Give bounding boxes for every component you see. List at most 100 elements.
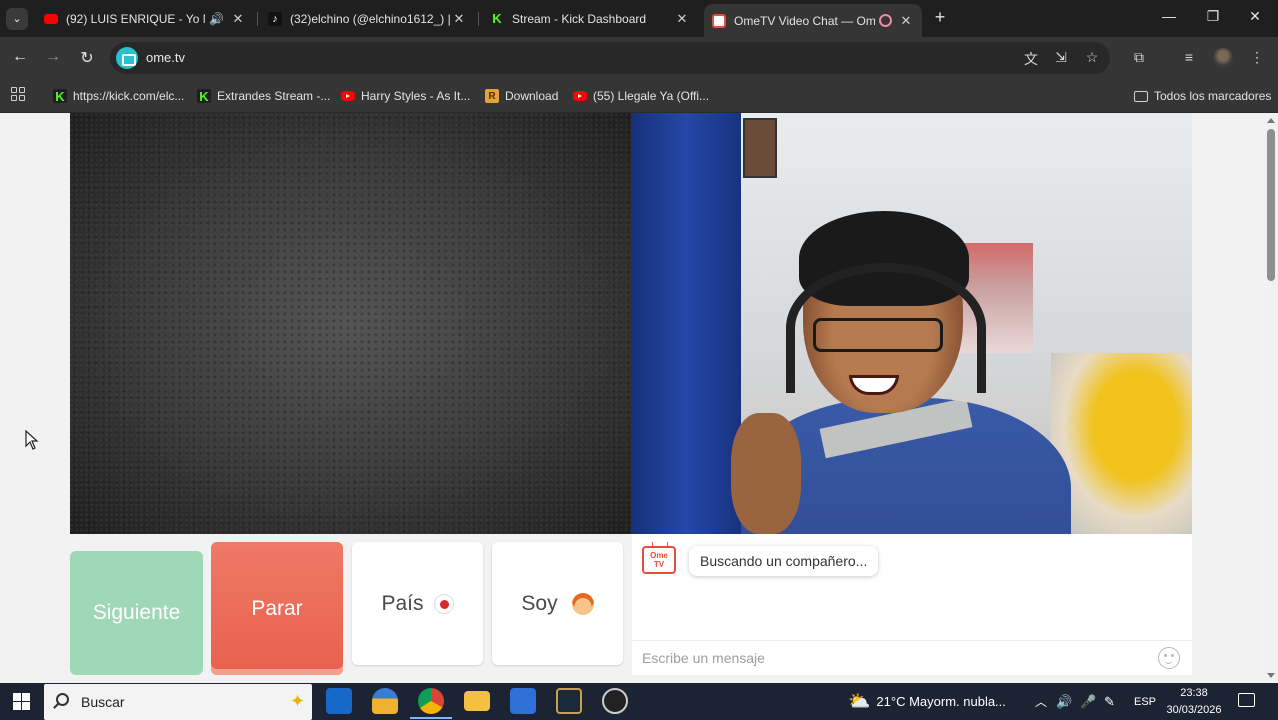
address-bar[interactable]: ome.tv bbox=[110, 42, 1110, 74]
url-text: ome.tv bbox=[146, 50, 186, 65]
tab-title: Stream - Kick Dashboard bbox=[512, 12, 647, 26]
bookmark-star-icon[interactable]: ☆ bbox=[1083, 49, 1101, 66]
chat-panel: Ome TV Buscando un compañero... bbox=[632, 534, 1192, 675]
microsoft-store-icon[interactable] bbox=[510, 688, 536, 714]
message-input[interactable] bbox=[642, 650, 1142, 666]
bookmark-label: Harry Styles - As It... bbox=[361, 89, 471, 103]
bookmark-label: https://kick.com/elc... bbox=[73, 89, 185, 103]
bookmark-item[interactable]: K Extrandes Stream -... bbox=[197, 86, 330, 106]
clothes-pile bbox=[1051, 353, 1192, 534]
tab-title: (32)elchino (@elchino1612_) | T bbox=[290, 12, 451, 26]
tab-ometv[interactable]: OmeTV Video Chat — Ome ✕ bbox=[704, 4, 922, 37]
bookmark-label: Download bbox=[505, 89, 559, 103]
close-tab-icon[interactable]: ✕ bbox=[451, 11, 467, 27]
close-window-button[interactable]: ✕ bbox=[1245, 8, 1265, 25]
league-client-icon[interactable] bbox=[556, 688, 582, 714]
kick-icon: K bbox=[197, 89, 211, 104]
chrome-icon[interactable] bbox=[410, 688, 452, 719]
media-controls-icon[interactable]: ≡ bbox=[1180, 49, 1198, 65]
minimize-button[interactable]: — bbox=[1159, 8, 1179, 24]
forward-button[interactable]: → bbox=[43, 48, 63, 66]
volume-icon[interactable]: 🔊 bbox=[1056, 683, 1072, 720]
restore-button[interactable]: ❐ bbox=[1203, 8, 1223, 25]
file-explorer-icon[interactable] bbox=[464, 691, 490, 711]
tab-tiktok[interactable]: ♪ (32)elchino (@elchino1612_) | T ✕ bbox=[260, 4, 475, 34]
bookmark-item[interactable]: R Download bbox=[485, 86, 558, 106]
translate-icon[interactable]: 文 bbox=[1022, 49, 1040, 69]
stop-label: Parar bbox=[251, 596, 303, 620]
tab-strip: ⌄ (92) LUIS ENRIQUE - Yo No 🔊 ✕ ♪ (32)el… bbox=[0, 0, 1278, 37]
ometv-logo: Ome TV bbox=[642, 546, 676, 574]
scroll-up-arrow[interactable] bbox=[1267, 118, 1275, 123]
weather-widget[interactable]: ⛅ 21°C Mayorm. nubla... bbox=[848, 683, 1006, 720]
glasses bbox=[813, 318, 943, 352]
speaker-icon[interactable]: 🔊 bbox=[209, 12, 224, 26]
tab-youtube[interactable]: (92) LUIS ENRIQUE - Yo No 🔊 ✕ bbox=[36, 4, 254, 34]
emoji-icon[interactable] bbox=[1158, 647, 1180, 669]
all-bookmarks-button[interactable]: Todos los marcadores bbox=[1134, 86, 1271, 106]
new-tab-button[interactable]: + bbox=[930, 7, 950, 28]
taskbar-search[interactable]: Buscar ✦ bbox=[44, 684, 312, 720]
show-hidden-icons-button[interactable]: ︿ bbox=[1035, 683, 1047, 720]
outlook-icon[interactable] bbox=[326, 688, 352, 714]
pen-icon[interactable]: ✎ bbox=[1104, 683, 1115, 720]
page-scrollbar[interactable] bbox=[1264, 113, 1278, 683]
clock-time: 23:38 bbox=[1180, 687, 1208, 699]
bookmark-label: (55) Llegale Ya (Offi... bbox=[593, 89, 710, 103]
windows-start-icon[interactable] bbox=[13, 693, 30, 710]
gender-label: Soy bbox=[521, 591, 558, 615]
tab-title: OmeTV Video Chat — Ome bbox=[734, 13, 875, 28]
ometv-icon bbox=[712, 13, 726, 28]
tab-divider bbox=[257, 12, 258, 26]
reload-button[interactable]: ↻ bbox=[77, 48, 97, 68]
install-app-icon[interactable]: ⇲ bbox=[1052, 49, 1070, 66]
bookmark-item[interactable]: K https://kick.com/elc... bbox=[53, 86, 184, 106]
close-tab-icon[interactable]: ✕ bbox=[230, 11, 246, 27]
bookmarks-bar: K https://kick.com/elc... K Extrandes St… bbox=[0, 79, 1278, 113]
site-info-icon[interactable] bbox=[116, 47, 138, 69]
bookmark-item[interactable]: Harry Styles - As It... bbox=[341, 86, 470, 106]
scroll-thumb[interactable] bbox=[1267, 129, 1275, 281]
youtube-icon bbox=[341, 91, 355, 101]
r-icon: R bbox=[485, 89, 499, 103]
wall-poster bbox=[743, 118, 777, 178]
gender-button[interactable]: Soy bbox=[492, 542, 623, 665]
status-message: Buscando un compañero... bbox=[689, 546, 879, 576]
close-tab-icon[interactable]: ✕ bbox=[674, 11, 690, 27]
clock-date: 30/03/2026 bbox=[1166, 704, 1222, 716]
weather-text: 21°C Mayorm. nubla... bbox=[876, 694, 1006, 709]
country-button[interactable]: País bbox=[352, 542, 483, 665]
obs-icon[interactable] bbox=[602, 688, 628, 714]
search-icon bbox=[56, 693, 69, 706]
all-bookmarks-label: Todos los marcadores bbox=[1154, 89, 1272, 103]
recording-icon bbox=[879, 14, 892, 27]
stop-button[interactable]: Parar bbox=[211, 542, 343, 675]
boy-icon bbox=[571, 592, 594, 615]
next-button[interactable]: Siguiente bbox=[70, 551, 203, 675]
tiktok-icon: ♪ bbox=[268, 12, 282, 26]
taskbar-clock[interactable]: 23:38 30/03/2026 bbox=[1162, 685, 1226, 719]
copilot-sparkle-icon: ✦ bbox=[290, 691, 306, 711]
tab-search-button[interactable]: ⌄ bbox=[6, 8, 28, 30]
tab-kick-dashboard[interactable]: K Stream - Kick Dashboard ✕ bbox=[482, 4, 698, 34]
menu-icon[interactable]: ⋮ bbox=[1248, 49, 1266, 66]
person-arm bbox=[731, 413, 801, 534]
stranger-video-static bbox=[70, 113, 631, 534]
country-label: País bbox=[381, 591, 424, 615]
notifications-icon[interactable] bbox=[1238, 693, 1255, 707]
medal-app-icon[interactable] bbox=[372, 688, 398, 714]
apps-grid-icon[interactable] bbox=[11, 87, 25, 101]
bookmark-item[interactable]: (55) Llegale Ya (Offi... bbox=[573, 86, 709, 106]
language-indicator[interactable]: ESP bbox=[1134, 683, 1156, 720]
scroll-down-arrow[interactable] bbox=[1267, 673, 1275, 678]
back-button[interactable]: ← bbox=[10, 48, 30, 66]
youtube-icon bbox=[573, 91, 587, 101]
folder-icon bbox=[1134, 90, 1148, 102]
kick-icon: K bbox=[490, 12, 504, 26]
profile-avatar[interactable] bbox=[1213, 48, 1233, 68]
microphone-icon[interactable]: 🎤 bbox=[1080, 683, 1096, 720]
youtube-icon bbox=[44, 14, 58, 24]
extensions-icon[interactable]: ⧉ bbox=[1130, 49, 1148, 66]
close-tab-icon[interactable]: ✕ bbox=[898, 13, 914, 29]
country-flag-icon bbox=[433, 593, 454, 614]
